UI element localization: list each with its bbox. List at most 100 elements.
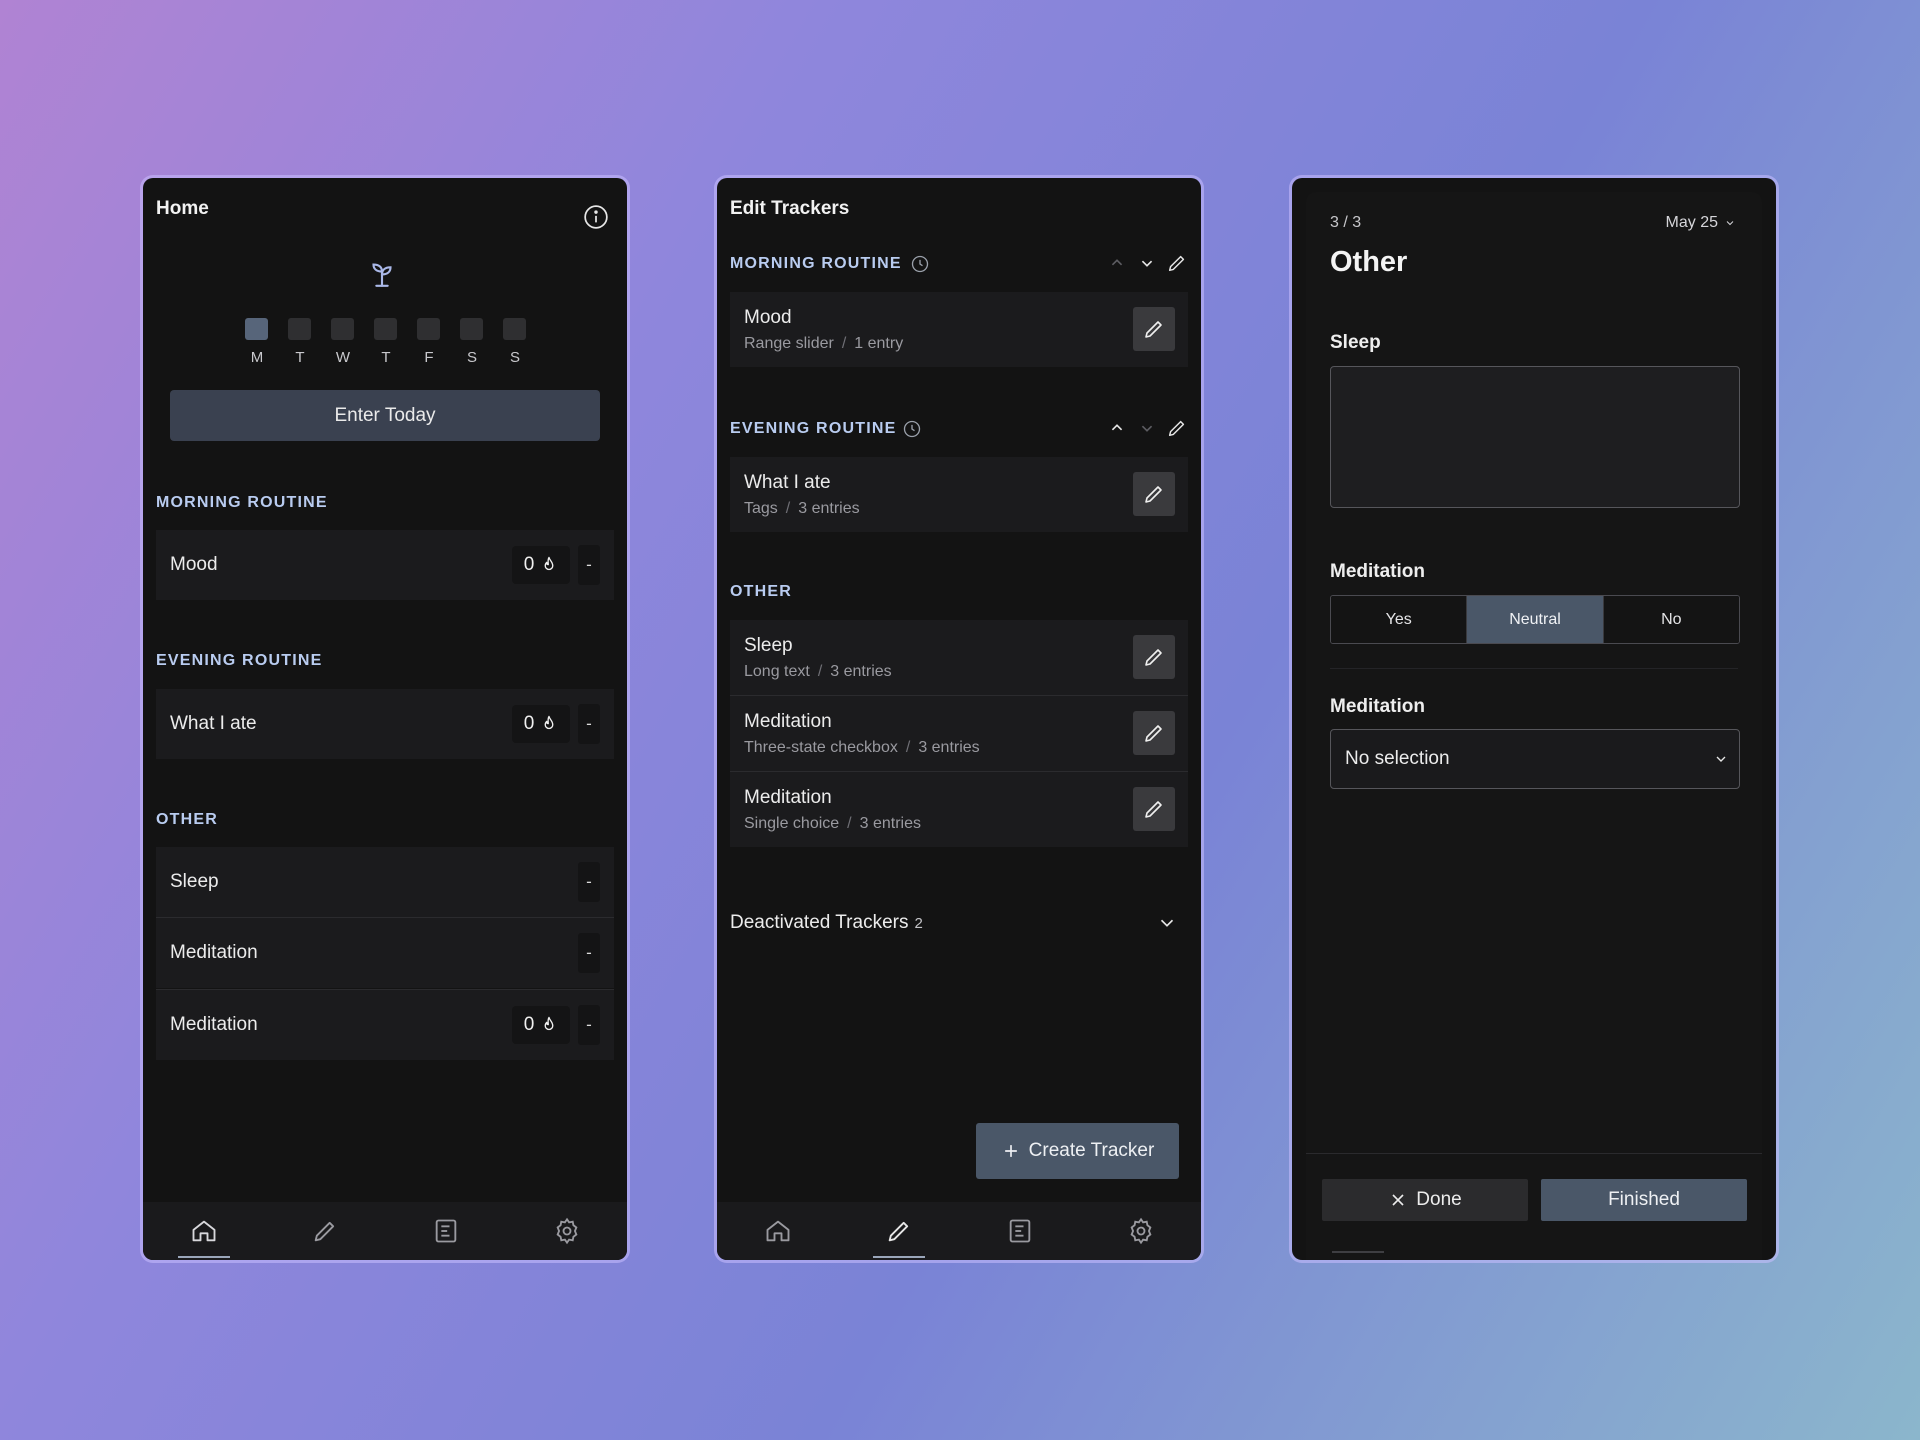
value-button[interactable]: - [578, 704, 600, 744]
nav-home[interactable] [748, 1202, 808, 1260]
chevron-down-icon[interactable] [1136, 417, 1158, 439]
tracker-row-sleep[interactable]: Sleep - [156, 847, 614, 917]
info-icon[interactable] [583, 204, 609, 230]
date-picker[interactable]: May 25 [1666, 214, 1736, 232]
section-label: EVENING ROUTINE [730, 420, 897, 437]
section-other: OTHER [156, 811, 218, 828]
tracker-card-what-i-ate: What I ate Tags / 3 entries [730, 457, 1188, 532]
page-title: Home [156, 198, 209, 219]
flame-icon [544, 556, 554, 571]
deactivated-trackers-toggle[interactable]: Deactivated Trackers 2 [730, 910, 1188, 940]
day-thu[interactable]: T [374, 318, 398, 366]
nav-edit[interactable] [869, 1202, 929, 1260]
nav-journal[interactable] [416, 1202, 476, 1260]
flame-icon [544, 715, 554, 730]
tracker-type: Three-state checkbox [744, 739, 898, 756]
day-mon[interactable]: M [245, 318, 269, 366]
option-neutral[interactable]: Neutral [1466, 596, 1603, 643]
value-button[interactable]: - [578, 933, 600, 973]
day-fri[interactable]: F [417, 318, 441, 366]
section-evening-routine: EVENING ROUTINE [730, 417, 1188, 447]
sprout-icon [372, 263, 392, 287]
day-wed[interactable]: W [331, 318, 355, 366]
page-title: Other [1330, 246, 1408, 278]
home-screen: Home M T W T F S S Enter Today MORNING R… [143, 178, 627, 1260]
done-button[interactable]: Done [1322, 1179, 1528, 1221]
edit-tracker-button[interactable] [1133, 472, 1175, 516]
clock-icon[interactable] [910, 254, 930, 274]
value-button[interactable]: - [578, 1005, 600, 1045]
meta-separator: / [841, 335, 847, 352]
tracker-type: Long text [744, 663, 810, 680]
value-button[interactable]: - [578, 545, 600, 585]
pencil-icon [1145, 486, 1162, 503]
tracker-type: Range slider [744, 335, 834, 352]
sleep-textarea[interactable] [1330, 366, 1740, 508]
day-label: M [250, 349, 264, 366]
pencil-icon[interactable] [1166, 252, 1188, 274]
nav-edit[interactable] [295, 1202, 355, 1260]
tracker-name: Meditation [170, 1014, 258, 1035]
section-controls [1106, 417, 1188, 439]
tracker-count: 3 entries [859, 815, 921, 832]
enter-today-button[interactable]: Enter Today [170, 390, 600, 441]
footer-divider [1306, 1153, 1762, 1154]
journal-icon [435, 1219, 456, 1243]
tracker-row-meditation[interactable]: Meditation - [156, 918, 614, 988]
tracker-row-mood[interactable]: Mood 0 - [156, 530, 614, 600]
tracker-count: 3 entries [830, 663, 892, 680]
tracker-card-meditation: Meditation Three-state checkbox / 3 entrie… [730, 696, 1188, 771]
meditation-select[interactable]: No selection [1330, 729, 1740, 789]
chevron-up-icon[interactable] [1106, 252, 1128, 274]
day-sun[interactable]: S [503, 318, 527, 366]
section-morning-routine: MORNING ROUTINE [156, 494, 328, 511]
section-evening-routine: EVENING ROUTINE [156, 652, 323, 669]
flame-icon [544, 1016, 554, 1031]
day-label: S [509, 349, 520, 366]
tracker-name: Meditation [744, 711, 832, 732]
tracker-meta: Tags / 3 entries [744, 500, 860, 518]
meta-separator: / [785, 500, 791, 517]
clock-icon[interactable] [902, 419, 922, 439]
value-button[interactable]: - [578, 862, 600, 902]
pencil-icon[interactable] [1166, 417, 1188, 439]
day-tue[interactable]: T [288, 318, 312, 366]
nav-settings[interactable] [537, 1202, 597, 1260]
edit-tracker-button[interactable] [1133, 711, 1175, 755]
deactivated-count: 2 [914, 915, 923, 932]
edit-tracker-button[interactable] [1133, 307, 1175, 351]
create-tracker-button[interactable]: Create Tracker [976, 1123, 1179, 1179]
nav-settings[interactable] [1111, 1202, 1171, 1260]
tracker-name: Sleep [170, 871, 219, 892]
section-label: OTHER [730, 583, 792, 600]
gear-icon [556, 1217, 577, 1245]
option-yes[interactable]: Yes [1331, 596, 1467, 643]
divider [1330, 668, 1738, 669]
day-sat[interactable]: S [460, 318, 484, 366]
section-controls [1106, 252, 1188, 274]
tracker-count: 1 entry [854, 335, 904, 352]
day-label: T [295, 349, 305, 366]
streak-badge: 0 [512, 546, 570, 584]
tracker-name: Mood [170, 554, 218, 575]
finished-button[interactable]: Finished [1541, 1179, 1747, 1221]
pencil-icon [1145, 649, 1162, 666]
week-tracker: M T W T F S S [245, 318, 527, 366]
edit-tracker-button[interactable] [1133, 787, 1175, 831]
day-label: T [381, 349, 391, 366]
deactivated-label: Deactivated Trackers 2 [730, 912, 923, 934]
tracker-name: Mood [744, 307, 792, 328]
streak-count: 0 [523, 554, 535, 575]
home-icon [766, 1220, 789, 1242]
tracker-row-meditation-2[interactable]: Meditation 0 - [156, 990, 614, 1060]
edit-tracker-button[interactable] [1133, 635, 1175, 679]
nav-home[interactable] [174, 1202, 234, 1260]
tracker-name: Meditation [170, 942, 258, 963]
chevron-down-icon[interactable] [1136, 252, 1158, 274]
nav-journal[interactable] [990, 1202, 1050, 1260]
chevron-up-icon[interactable] [1106, 417, 1128, 439]
pencil-icon [1145, 801, 1162, 818]
tracker-row-what-i-ate[interactable]: What I ate 0 - [156, 689, 614, 759]
option-no[interactable]: No [1602, 596, 1739, 643]
pencil-icon [1145, 725, 1162, 742]
